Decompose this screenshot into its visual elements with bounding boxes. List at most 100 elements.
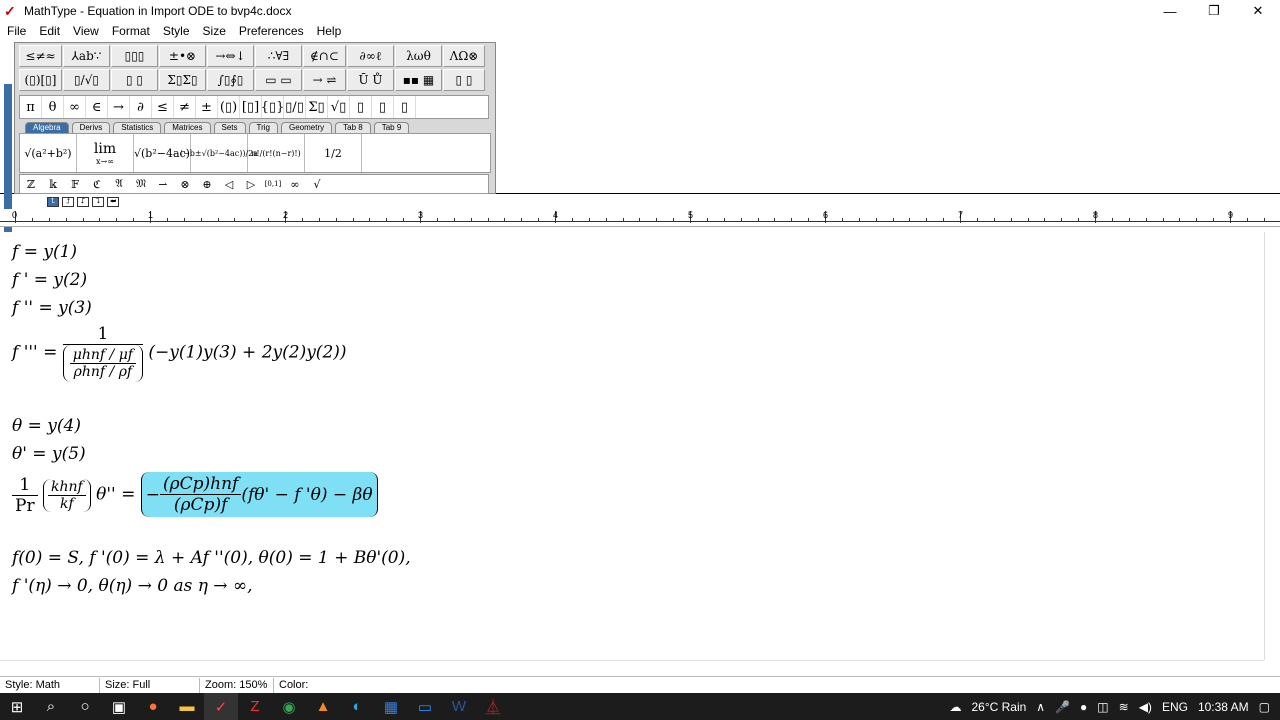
- partial-button[interactable]: ∂: [130, 96, 152, 118]
- equation-line-1[interactable]: f = y(1): [12, 242, 77, 262]
- menu-file[interactable]: File: [0, 24, 32, 38]
- neq-button[interactable]: ≠: [174, 96, 196, 118]
- integrals-palette-button[interactable]: ∫▯∮▯: [207, 69, 254, 91]
- menu-format[interactable]: Format: [105, 24, 156, 38]
- word-icon[interactable]: W: [442, 693, 476, 720]
- braces-button[interactable]: {▯}: [261, 96, 284, 118]
- arrows-palette-button[interactable]: →⇔↓: [207, 45, 254, 67]
- matrix-button[interactable]: ▯: [394, 96, 416, 118]
- wifi-icon[interactable]: ≋: [1119, 700, 1129, 714]
- equation-line-3[interactable]: f '' = y(3): [12, 298, 92, 318]
- embellishments-palette-button[interactable]: ▯▯▯: [111, 45, 158, 67]
- oplus-button[interactable]: ⊕: [196, 175, 218, 193]
- equation-line-2[interactable]: f ' = y(2): [12, 270, 87, 290]
- close-button[interactable]: ✕: [1236, 0, 1280, 22]
- firefox-icon[interactable]: ●: [136, 693, 170, 720]
- zoom-app-icon[interactable]: ▭: [408, 693, 442, 720]
- menu-help[interactable]: Help: [310, 24, 348, 38]
- sums-palette-button[interactable]: Σ▯Σ▯: [159, 69, 206, 91]
- triangle-right-button[interactable]: ▷: [240, 175, 262, 193]
- tab-8[interactable]: Tab 8: [335, 122, 371, 133]
- brackets-button[interactable]: [▯]: [240, 96, 262, 118]
- template-pythagoras[interactable]: √(a²+b²): [20, 134, 77, 172]
- greek-lower-palette-button[interactable]: λωθ: [395, 45, 442, 67]
- fraktur-f-button[interactable]: 𝔽: [64, 175, 86, 193]
- equation-editor-area[interactable]: f = y(1) f ' = y(2) f '' = y(3) f ''' = …: [0, 232, 1264, 660]
- tray-chevron-icon[interactable]: ∧: [1036, 700, 1045, 714]
- acrobat-icon[interactable]: ⏅: [476, 693, 510, 720]
- tabstop-relational-icon[interactable]: ⮧: [92, 197, 104, 207]
- operators-palette-button[interactable]: ±•⊗: [159, 45, 206, 67]
- logic-palette-button[interactable]: ∴∀∃: [255, 45, 302, 67]
- chrome-icon[interactable]: ◉: [272, 693, 306, 720]
- tabstop-right-icon[interactable]: ⮦: [77, 197, 89, 207]
- volume-icon[interactable]: ◀): [1139, 700, 1152, 714]
- cortana-icon[interactable]: ○: [68, 693, 102, 720]
- ruler[interactable]: 0 1 2 3 4 5 6 7 8 9: [0, 209, 1280, 227]
- triangle-left-button[interactable]: ◁: [218, 175, 240, 193]
- products-palette-button[interactable]: Ū Ů: [347, 69, 394, 91]
- microphone-icon[interactable]: 🎤: [1055, 700, 1070, 714]
- harpoon-button[interactable]: ⇀: [152, 175, 174, 193]
- equation-line-7[interactable]: 1 Pr khnf kf θ'' = − (ρCp)hnf (ρCp)f (fθ…: [12, 472, 378, 517]
- fractions-palette-button[interactable]: ▯/√▯: [63, 69, 110, 91]
- tab-9[interactable]: Tab 9: [373, 122, 410, 133]
- fences-palette-button[interactable]: (▯)[▯]: [19, 69, 62, 91]
- labeled-arrows-palette-button[interactable]: → ⇌: [303, 69, 346, 91]
- greek-upper-palette-button[interactable]: ΛΩ⊗: [443, 45, 485, 67]
- equation-line-5[interactable]: θ = y(4): [12, 416, 81, 436]
- blackboard-k-button[interactable]: 𝕜: [42, 175, 64, 193]
- horizontal-scrollbar[interactable]: [0, 660, 1264, 674]
- tab-trig[interactable]: Trig: [248, 122, 278, 133]
- weather-text[interactable]: 26°C Rain: [971, 700, 1026, 714]
- sqrt-2-button[interactable]: √: [306, 175, 328, 193]
- subscripts-palette-button[interactable]: ▯ ▯: [111, 69, 158, 91]
- app-tray-icon[interactable]: ●: [1080, 700, 1087, 714]
- clock[interactable]: 10:38 AM: [1198, 700, 1249, 714]
- tabstop-left-icon[interactable]: ⮤: [47, 197, 59, 207]
- language-indicator[interactable]: ENG: [1162, 700, 1188, 714]
- sum-button[interactable]: Σ▯: [306, 96, 328, 118]
- equation-line-4[interactable]: f ''' = 1 μhnf / μf ρhnf / ρf (−y(1)y(3)…: [12, 324, 347, 382]
- template-limit[interactable]: lim x→∞: [77, 134, 134, 172]
- weather-icon[interactable]: ☁: [949, 700, 961, 714]
- fraktur-a-button[interactable]: 𝔄: [108, 175, 130, 193]
- matrices-palette-button[interactable]: ▪▪ ▦: [395, 69, 442, 91]
- template-binomial[interactable]: n!/(r!(n−r)!): [248, 134, 305, 172]
- tab-matrices[interactable]: Matrices: [164, 122, 211, 133]
- matlab-icon[interactable]: ▲: [306, 693, 340, 720]
- bars-palette-button[interactable]: ▭ ▭: [255, 69, 302, 91]
- tabstop-decimal-icon[interactable]: ⮨: [107, 197, 119, 207]
- vertical-scrollbar[interactable]: [1264, 232, 1280, 660]
- parentheses-button[interactable]: (▯): [218, 96, 240, 118]
- menu-preferences[interactable]: Preferences: [232, 24, 310, 38]
- maximize-button[interactable]: ❐: [1192, 0, 1236, 22]
- fraction-button[interactable]: ▯/▯: [284, 96, 306, 118]
- tabstop-center-icon[interactable]: ⮥: [62, 197, 74, 207]
- superscript-button[interactable]: ▯: [372, 96, 394, 118]
- template-empty-slot[interactable]: [362, 134, 480, 172]
- otimes-button[interactable]: ⊗: [174, 175, 196, 193]
- menu-size[interactable]: Size: [196, 24, 232, 38]
- pi-button[interactable]: π: [20, 96, 42, 118]
- infinity-2-button[interactable]: ∞: [284, 175, 306, 193]
- theta-button[interactable]: θ: [42, 96, 64, 118]
- relations-palette-button[interactable]: ≤≠≈: [19, 45, 62, 67]
- minimize-button[interactable]: —: [1148, 0, 1192, 22]
- subscript-button[interactable]: ▯: [350, 96, 372, 118]
- template-half[interactable]: 1/2: [305, 134, 362, 172]
- menu-edit[interactable]: Edit: [32, 24, 66, 38]
- menu-style[interactable]: Style: [156, 24, 196, 38]
- blue-app-icon[interactable]: ▦: [374, 693, 408, 720]
- eq7-selected-rhs[interactable]: − (ρCp)hnf (ρCp)f (fθ' − f 'θ) − βθ: [140, 472, 378, 517]
- tab-algebra[interactable]: Algebra: [25, 122, 69, 133]
- equation-line-6[interactable]: θ' = y(5): [12, 444, 86, 464]
- edge-icon[interactable]: ◐: [340, 693, 374, 720]
- network-icon[interactable]: ◫: [1097, 700, 1108, 714]
- equation-line-9[interactable]: f '(η) → 0, θ(η) → 0 as η → ∞,: [12, 576, 253, 596]
- fraktur-m-button[interactable]: 𝔐: [130, 175, 152, 193]
- task-view-icon[interactable]: ▣: [102, 693, 136, 720]
- notifications-icon[interactable]: ▢: [1259, 700, 1270, 714]
- arrow-button[interactable]: →: [108, 96, 130, 118]
- spaces-palette-button[interactable]: ⅄ab∵: [63, 45, 110, 67]
